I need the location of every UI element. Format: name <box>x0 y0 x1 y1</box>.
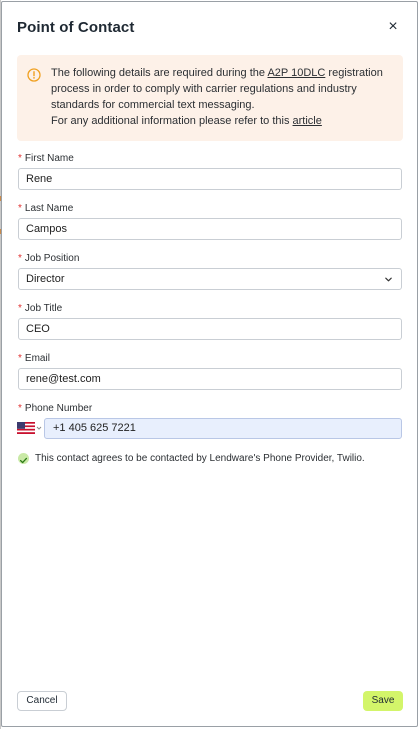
first-name-label: * First Name <box>18 153 74 164</box>
info-circle-icon <box>27 68 41 82</box>
us-flag-icon <box>17 422 42 434</box>
consent-text: This contact agrees to be contacted by L… <box>35 453 365 464</box>
email-input[interactable]: rene@test.com <box>18 368 402 390</box>
required-asterisk: * <box>18 403 22 414</box>
required-asterisk: * <box>18 253 22 264</box>
required-asterisk: * <box>18 203 22 214</box>
chevron-down-icon <box>36 426 42 430</box>
job-position-label: * Job Position <box>18 253 80 264</box>
required-asterisk: * <box>18 353 22 364</box>
cancel-button[interactable]: Cancel <box>17 691 67 711</box>
save-button[interactable]: Save <box>363 691 403 711</box>
a2p-10dlc-link[interactable]: A2P 10DLC <box>267 67 325 79</box>
chevron-down-icon <box>385 277 392 282</box>
required-asterisk: * <box>18 303 22 314</box>
first-name-input[interactable]: Rene <box>18 168 402 190</box>
close-icon[interactable]: × <box>386 19 400 35</box>
required-asterisk: * <box>18 153 22 164</box>
job-position-select[interactable]: Director <box>18 268 402 290</box>
last-name-input[interactable]: Campos <box>18 218 402 240</box>
job-title-input[interactable]: CEO <box>18 318 402 340</box>
article-link[interactable]: article <box>293 115 322 127</box>
consent-checkbox[interactable] <box>18 453 29 464</box>
dialog-title: Point of Contact <box>17 19 135 36</box>
last-name-label: * Last Name <box>18 203 74 214</box>
notice-text: The following details are required durin… <box>51 67 383 127</box>
phone-number-label: * Phone Number <box>18 403 93 414</box>
phone-number-input[interactable]: +1 405 625 7221 <box>44 418 402 439</box>
check-icon <box>19 457 28 464</box>
job-title-label: * Job Title <box>18 303 63 314</box>
email-label: * Email <box>18 353 50 364</box>
job-position-value: Director <box>26 273 65 285</box>
country-code-selector[interactable] <box>17 421 45 435</box>
registration-notice: The following details are required durin… <box>17 55 403 141</box>
